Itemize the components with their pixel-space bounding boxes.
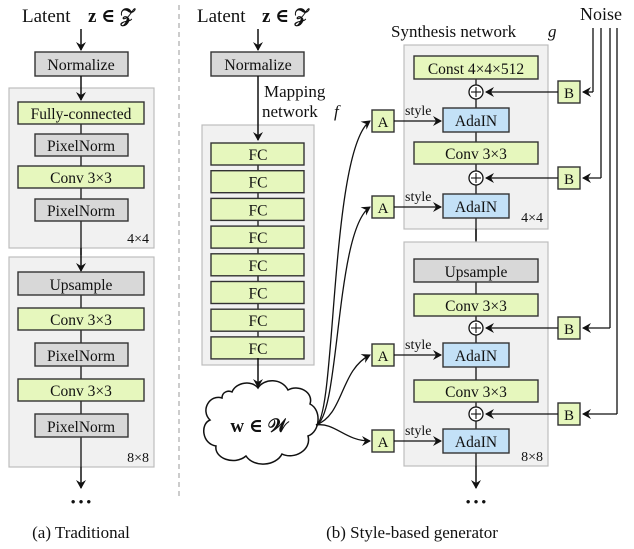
trad-fc-label: Fully-connected bbox=[31, 106, 132, 123]
stylegan-diagram: Latent z ∈ 𝒵 Normalize Fully-connected P… bbox=[8, 4, 622, 542]
style-label: style bbox=[405, 190, 431, 205]
trad-pixelnorm-label: PixelNorm bbox=[47, 419, 115, 436]
style-label: style bbox=[405, 424, 431, 439]
traditional-generator: Latent z ∈ 𝒵 Normalize Fully-connected P… bbox=[8, 6, 155, 542]
trad-res-4x4: 4×4 bbox=[127, 232, 149, 247]
style-based-generator: Latent z ∈ 𝒵 Normalize Mapping network f… bbox=[197, 4, 622, 542]
fc-label: FC bbox=[249, 147, 268, 164]
const-label: Const 4×4×512 bbox=[428, 61, 524, 78]
mapping-symbol: f bbox=[334, 102, 341, 121]
trad-conv-label: Conv 3×3 bbox=[50, 312, 112, 329]
trad-res-8x8: 8×8 bbox=[127, 451, 149, 466]
mapping-label-2: network bbox=[262, 102, 318, 121]
fc-label: FC bbox=[249, 341, 268, 358]
mapping-label-1: Mapping bbox=[264, 82, 326, 101]
synth-res-8x8: 8×8 bbox=[521, 450, 543, 465]
sb-input-label: Latent bbox=[197, 6, 246, 27]
w-to-a2-curve bbox=[315, 206, 371, 426]
w-to-a1-curve bbox=[315, 120, 371, 426]
fc-label: FC bbox=[249, 313, 268, 330]
adain-label: AdaIN bbox=[455, 113, 497, 130]
w-to-a4-curve bbox=[315, 424, 371, 446]
affine-a-label: A bbox=[378, 349, 389, 365]
fc-label: FC bbox=[249, 286, 268, 303]
trad-upsample-label: Upsample bbox=[50, 277, 113, 294]
sb-ellipsis: • • • bbox=[466, 494, 487, 509]
trad-pixelnorm-label: PixelNorm bbox=[47, 203, 115, 220]
synth-res-4x4: 4×4 bbox=[521, 211, 543, 226]
trad-conv-label: Conv 3×3 bbox=[50, 170, 112, 187]
trad-pixelnorm-label: PixelNorm bbox=[47, 348, 115, 365]
trad-ellipsis: • • • bbox=[71, 494, 92, 509]
style-label: style bbox=[405, 338, 431, 353]
noise-b-label: B bbox=[564, 86, 574, 102]
noise-label: Noise bbox=[580, 4, 622, 24]
fc-label: FC bbox=[249, 175, 268, 192]
sb-input-math: z ∈ 𝒵 bbox=[262, 6, 310, 27]
noise-b-label: B bbox=[564, 172, 574, 188]
adain-label: AdaIN bbox=[455, 199, 497, 216]
affine-a-label: A bbox=[378, 435, 389, 451]
fc-label: FC bbox=[249, 202, 268, 219]
trad-input-label: Latent bbox=[22, 6, 71, 27]
synthesis-label: Synthesis network bbox=[391, 22, 517, 41]
adain-label: AdaIN bbox=[455, 348, 497, 365]
synth-conv-label: Conv 3×3 bbox=[445, 298, 507, 315]
style-label: style bbox=[405, 104, 431, 119]
synthesis-symbol: g bbox=[548, 22, 557, 41]
synth-upsample-label: Upsample bbox=[445, 264, 508, 281]
affine-boxes: A A A A bbox=[371, 109, 395, 453]
sb-caption: (b) Style-based generator bbox=[326, 523, 498, 542]
adain-label: AdaIN bbox=[455, 434, 497, 451]
trad-normalize-label: Normalize bbox=[47, 57, 115, 74]
trad-conv-label: Conv 3×3 bbox=[50, 383, 112, 400]
fc-label: FC bbox=[249, 230, 268, 247]
affine-a-label: A bbox=[378, 115, 389, 131]
fc-label: FC bbox=[249, 258, 268, 275]
synth-conv-label: Conv 3×3 bbox=[445, 384, 507, 401]
w-label: w ∈ 𝒲 bbox=[230, 416, 289, 437]
noise-b-label: B bbox=[564, 408, 574, 424]
affine-a-label: A bbox=[378, 201, 389, 217]
trad-caption: (a) Traditional bbox=[32, 523, 130, 542]
trad-pixelnorm-label: PixelNorm bbox=[47, 138, 115, 155]
sb-normalize-label: Normalize bbox=[224, 57, 292, 74]
trad-input-math: z ∈ 𝒵 bbox=[88, 6, 136, 27]
synth-conv-label: Conv 3×3 bbox=[445, 146, 507, 163]
noise-b-label: B bbox=[564, 322, 574, 338]
